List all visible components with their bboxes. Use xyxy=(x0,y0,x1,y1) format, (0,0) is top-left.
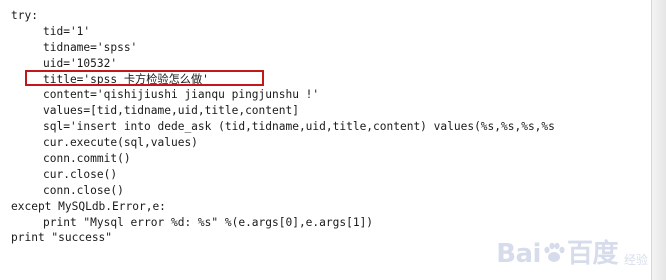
code-block: try: tid='1' tidname='spss' uid='10532' titl… xyxy=(11,8,555,246)
highlight-box xyxy=(25,70,264,86)
code-line: values=[tid,tidname,uid,title,content] xyxy=(43,104,299,118)
code-line: content='qishijiushi jianqu pingjunshu !… xyxy=(43,88,320,102)
code-line: cur.close() xyxy=(43,167,118,181)
code-line: tidname='spss' xyxy=(43,40,138,54)
code-line: conn.close() xyxy=(43,183,124,197)
vertical-scrollbar[interactable] xyxy=(651,0,666,280)
watermark-subtext: 经验 xyxy=(623,253,648,267)
code-line: tid='1' xyxy=(43,24,91,38)
code-line: conn.commit() xyxy=(43,152,131,166)
watermark-logo-text: Bai xyxy=(496,239,541,269)
code-line: try: xyxy=(11,9,38,22)
baidu-jingyan-watermark: Bai 百度 经验 xyxy=(496,233,648,270)
code-line: print "Mysql error %d: %s" %(e.args[0],e… xyxy=(43,215,374,229)
watermark-logo-text-2: 百度 xyxy=(566,239,619,269)
code-line: cur.execute(sql,values) xyxy=(43,136,198,150)
code-line: except MySQLdb.Error,e: xyxy=(11,199,166,213)
code-editor[interactable]: try: tid='1' tidname='spss' uid='10532' titl… xyxy=(0,0,666,280)
code-line: sql='insert into dede_ask (tid,tidname,u… xyxy=(43,120,555,134)
code-line: print "success" xyxy=(11,231,113,245)
paw-icon xyxy=(544,242,565,262)
watermark-logo: Bai 百度 xyxy=(496,233,618,270)
